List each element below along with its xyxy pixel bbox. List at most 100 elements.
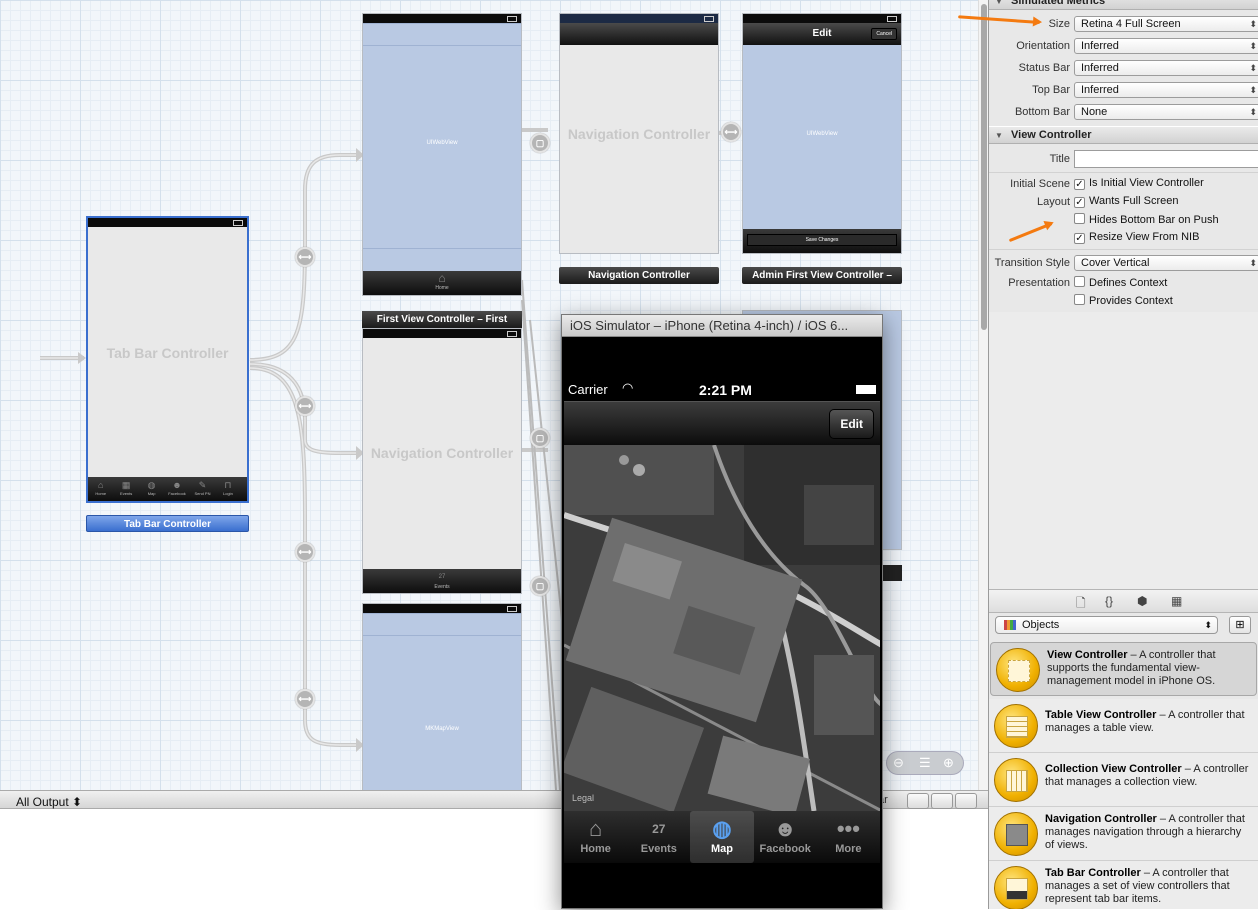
show-both-button[interactable] (931, 793, 953, 809)
mkmapview: MKMapView (363, 613, 521, 790)
scene-label-admin[interactable]: Admin First View Controller – (742, 267, 902, 284)
library-filter-popup[interactable]: Objects (995, 616, 1218, 634)
resize-view-checkbox[interactable]: ✓ Resize View From NIB (1074, 231, 1199, 244)
file-template-icon[interactable]: 🗋 (1076, 594, 1086, 615)
media-library-icon[interactable]: ▦ (1171, 594, 1182, 608)
modal-segue-icon[interactable]: ⟷ (721, 122, 741, 142)
admin-view-controller-scene[interactable]: Edit Cancel UIWebView Save Changes (742, 13, 902, 254)
more-icon: ••• (836, 816, 860, 841)
mini-tab-bar: ⌂ Home ▦ Events ◍ Map ☻ Facebook ✎ Send PN ⊓ Login (88, 477, 247, 501)
provides-context-checkbox[interactable]: Provides Context (1074, 294, 1173, 307)
relationship-segue-icon[interactable]: ⟷ (295, 542, 315, 562)
wifi-icon: ◠ (622, 380, 634, 395)
is-initial-checkbox[interactable]: ✓ Is Initial View Controller (1074, 177, 1204, 190)
navigation-controller-scene-mid[interactable]: Navigation Controller 27 Events (362, 328, 522, 594)
status-bar (363, 329, 521, 338)
simulated-metrics-header[interactable]: Simulated Metrics (989, 0, 1258, 10)
battery-icon (856, 385, 876, 394)
device-status-bar: Carrier ◠ 2:21 PM (564, 379, 880, 399)
globe-icon: ◍ (712, 816, 732, 841)
canvas-vertical-scrollbar[interactable] (978, 0, 988, 790)
library-item-collection-view-controller[interactable]: Collection View Controller – A controlle… (989, 753, 1258, 807)
relationship-segue-icon[interactable]: ⟷ (295, 689, 315, 709)
house-icon: ⌂ (98, 480, 104, 490)
table-view-controller-icon (994, 704, 1038, 748)
defines-context-checkbox[interactable]: Defines Context (1074, 276, 1167, 289)
scene-title: Navigation Controller (370, 445, 514, 462)
title-field[interactable] (1074, 150, 1258, 168)
device-tab-bar: ⌂ Home 27 Events ◍ Map ☻ Facebook ••• More (564, 811, 880, 863)
library-item-navigation-controller[interactable]: Navigation Controller – A controller tha… (989, 807, 1258, 861)
output-filter-popup[interactable]: All Output ⬍ (16, 795, 82, 809)
mini-tab-map: ◍ Map (139, 479, 164, 496)
grid-view-icon[interactable]: ⊞ (1229, 616, 1251, 634)
scroll-thumb[interactable] (981, 4, 987, 330)
webview-scene-top[interactable]: UIWebView ⌂ Home (362, 13, 522, 296)
edit-button[interactable]: Edit (829, 409, 874, 439)
simulator-title-bar[interactable]: iOS Simulator – iPhone (Retina 4-inch) /… (562, 315, 882, 337)
library-item-tab-bar-controller[interactable]: Tab Bar Controller – A controller that m… (989, 861, 1258, 909)
root-segue-icon[interactable]: ▢ (530, 133, 550, 153)
zoom-out-icon[interactable]: ⊖ (893, 755, 904, 771)
view-controller-header[interactable]: View Controller (989, 126, 1258, 144)
root-segue-icon[interactable]: ▢ (530, 428, 550, 448)
mapview-scene[interactable]: MKMapView (362, 603, 522, 790)
view-controller-icon (996, 648, 1040, 692)
navigation-controller-scene-top[interactable]: Navigation Controller (559, 13, 719, 254)
calendar-icon: 27 (652, 822, 666, 836)
show-console-button[interactable] (955, 793, 977, 809)
tab-facebook[interactable]: ☻ Facebook (754, 811, 817, 863)
status-bar (88, 218, 247, 227)
uiwebview: UIWebView (363, 23, 521, 271)
navigation-bar: Edit (564, 401, 880, 445)
mini-tab-facebook: ☻ Facebook (164, 479, 189, 496)
top-bar-popup[interactable]: Inferred (1074, 82, 1258, 98)
map-legal-link[interactable]: Legal (572, 793, 594, 803)
size-popup[interactable]: Retina 4 Full Screen (1074, 16, 1258, 32)
status-bar (363, 604, 521, 613)
transition-style-popup[interactable]: Cover Vertical (1074, 255, 1258, 271)
library-item-table-view-controller[interactable]: Table View Controller – A controller tha… (989, 699, 1258, 753)
calendar-icon: ▦ (121, 480, 131, 490)
relationship-segue-icon[interactable]: ⟷ (295, 247, 315, 267)
satellite-imagery (564, 445, 880, 811)
mini-tab-events: ▦ Events (113, 479, 138, 496)
scene-header-first-view-controller[interactable]: First View Controller – First (362, 311, 522, 328)
root-segue-icon[interactable]: ▢ (530, 576, 550, 596)
status-bar (560, 14, 718, 23)
ios-simulator-window[interactable]: iOS Simulator – iPhone (Retina 4-inch) /… (561, 314, 883, 909)
cancel-button[interactable]: Cancel (871, 28, 897, 40)
navigation-controller-icon (994, 812, 1038, 856)
tab-home[interactable]: ⌂ Home (564, 811, 627, 863)
zoom-controls: ⊖ ☰ ⊕ (886, 751, 964, 775)
scene-label-navigation-controller[interactable]: Navigation Controller (559, 267, 719, 284)
house-icon: ⌂ (438, 271, 446, 285)
mini-tab-bar: 27 Events (363, 569, 521, 593)
relationship-segue-icon[interactable]: ⟷ (295, 396, 315, 416)
object-library-icon[interactable]: ⬢ (1137, 594, 1147, 608)
navigation-bar: Edit Cancel (743, 23, 901, 45)
library-item-view-controller[interactable]: View Controller – A controller that supp… (990, 642, 1257, 696)
wants-full-screen-checkbox[interactable]: ✓ Wants Full Screen (1074, 195, 1178, 208)
mini-tab-bar: ⌂ Home (363, 271, 521, 295)
show-variables-button[interactable] (907, 793, 929, 809)
toolbar: Save Changes (743, 229, 901, 253)
scene-label-tab-bar-controller[interactable]: Tab Bar Controller (86, 515, 249, 532)
pencil-icon: ✎ (198, 480, 207, 490)
hides-bottom-bar-checkbox[interactable]: Hides Bottom Bar on Push (1074, 213, 1219, 226)
globe-icon: ◍ (147, 480, 156, 490)
satellite-map-view[interactable]: Legal (564, 445, 880, 811)
orientation-popup[interactable]: Inferred (1074, 38, 1258, 54)
tab-events[interactable]: 27 Events (627, 811, 690, 863)
bottom-bar-popup[interactable]: None (1074, 104, 1258, 120)
tab-map[interactable]: ◍ Map (690, 811, 754, 863)
tab-more[interactable]: ••• More (817, 811, 880, 863)
scene-title: Navigation Controller (567, 126, 711, 143)
people-icon: ☻ (773, 816, 797, 841)
tab-bar-controller-scene[interactable]: Tab Bar Controller ⌂ Home ▦ Events ◍ Map ☻ Face… (86, 216, 249, 503)
code-snippet-icon[interactable]: {} (1105, 594, 1113, 608)
zoom-fit-icon[interactable]: ☰ (919, 755, 931, 771)
zoom-in-icon[interactable]: ⊕ (943, 755, 954, 771)
status-bar-popup[interactable]: Inferred (1074, 60, 1258, 76)
save-changes-button[interactable]: Save Changes (747, 234, 897, 246)
